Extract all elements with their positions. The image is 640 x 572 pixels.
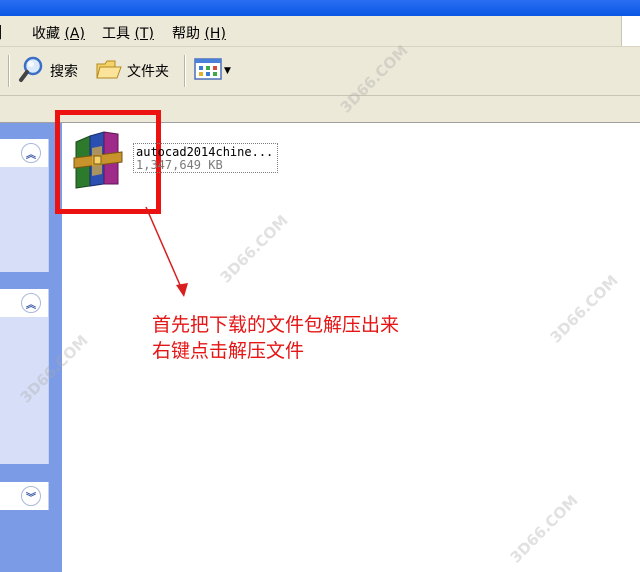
toolbar-separator <box>8 55 10 87</box>
annotation-arrow <box>145 206 188 297</box>
annotation-line-1: 首先把下载的文件包解压出来 <box>152 314 400 336</box>
menu-separator: | <box>0 24 3 40</box>
menu-item-favorites[interactable]: 收藏 (A) <box>32 23 85 43</box>
folders-button[interactable]: 文件夹 <box>95 55 169 87</box>
chevron-down-icon: ▼ <box>224 66 231 76</box>
views-grid-icon <box>194 57 222 85</box>
expand-down-icon[interactable]: ︾ <box>21 486 41 506</box>
annotation-line-2: 右键点击解压文件 <box>152 340 305 362</box>
toolbar-separator <box>184 55 186 87</box>
task-pane: ︽ ︽ ︾ <box>0 123 62 572</box>
menu-item-help[interactable]: 帮助 (H) <box>172 23 226 43</box>
collapse-up-icon[interactable]: ︽ <box>21 293 41 313</box>
task-panel-3: ︾ <box>0 482 49 510</box>
toolbar-edge <box>0 55 6 87</box>
collapse-up-icon[interactable]: ︽ <box>21 143 41 163</box>
views-button[interactable]: ▼ <box>194 55 231 87</box>
menu-bar: 收藏 (A) 工具 (T) 帮助 (H) <box>0 16 640 47</box>
annotation-text: 首先把下载的文件包解压出来 右键点击解压文件 <box>152 312 399 364</box>
title-bar <box>0 0 640 16</box>
file-size: 1,347,649 KB <box>136 158 223 172</box>
file-label[interactable]: autocad2014chine... 1,347,649 KB <box>133 143 278 173</box>
toolbar: 搜索 文件夹 ▼ <box>0 47 640 96</box>
menu-item-tools[interactable]: 工具 (T) <box>102 23 154 43</box>
windows-logo-icon <box>621 16 640 46</box>
folder-icon <box>95 56 123 86</box>
task-panel-1: ︽ <box>0 139 49 272</box>
search-button[interactable]: 搜索 <box>18 55 78 87</box>
search-icon <box>18 55 46 87</box>
